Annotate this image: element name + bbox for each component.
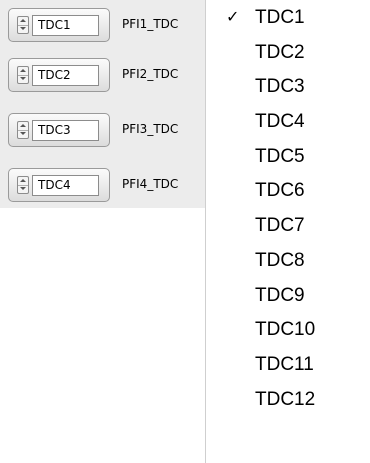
menu-item-tdc9[interactable]: TDC9 <box>206 278 370 313</box>
menu-item-label: TDC11 <box>255 353 314 375</box>
tdc-control-row: TDC2 PFI2_TDC <box>8 58 208 94</box>
menu-item-tdc11[interactable]: TDC11 <box>206 347 370 382</box>
tdc-control-row: TDC1 PFI1_TDC <box>8 8 208 44</box>
menu-item-label: TDC1 <box>255 7 305 28</box>
decrement-arrow-icon[interactable] <box>18 75 28 83</box>
control-label: PFI3_TDC <box>122 122 179 136</box>
menu-item-label: TDC7 <box>255 215 305 237</box>
menu-item-label: TDC8 <box>255 249 305 271</box>
decrement-arrow-icon[interactable] <box>18 185 28 193</box>
ring-control[interactable]: TDC1 <box>8 8 110 42</box>
ring-control[interactable]: TDC4 <box>8 168 110 202</box>
menu-item-label: TDC5 <box>255 145 305 167</box>
menu-item-label: TDC9 <box>255 284 305 306</box>
increment-decrement-stepper[interactable] <box>17 66 29 84</box>
control-label: PFI2_TDC <box>122 67 179 81</box>
increment-decrement-stepper[interactable] <box>17 16 29 34</box>
menu-item-tdc4[interactable]: TDC4 <box>206 104 370 139</box>
menu-item-label: TDC3 <box>255 76 305 98</box>
menu-item-tdc8[interactable]: TDC8 <box>206 243 370 278</box>
menu-item-label: TDC12 <box>255 388 316 410</box>
menu-item-tdc7[interactable]: TDC7 <box>206 208 370 243</box>
menu-item-label: TDC4 <box>255 111 305 133</box>
checkmark-icon: ✓ <box>226 7 240 26</box>
increment-decrement-stepper[interactable] <box>17 176 29 194</box>
control-label: PFI1_TDC <box>122 17 179 31</box>
menu-item-label: TDC6 <box>255 180 305 202</box>
menu-item-tdc3[interactable]: TDC3 <box>206 69 370 104</box>
menu-item-tdc6[interactable]: TDC6 <box>206 173 370 208</box>
tdc-dropdown-menu: ✓ TDC1 TDC2 TDC3 TDC4 TDC5 TDC6 TDC7 TDC… <box>205 0 370 463</box>
ring-control[interactable]: TDC3 <box>8 113 110 147</box>
menu-item-label: TDC10 <box>255 319 316 341</box>
tdc-control-row: TDC3 PFI3_TDC <box>8 113 208 149</box>
menu-item-label: TDC2 <box>255 41 305 63</box>
menu-item-tdc5[interactable]: TDC5 <box>206 139 370 174</box>
decrement-arrow-icon[interactable] <box>18 25 28 33</box>
ring-control[interactable]: TDC2 <box>8 58 110 92</box>
ring-value-field[interactable]: TDC2 <box>32 65 99 86</box>
menu-item-tdc1[interactable]: ✓ TDC1 <box>206 0 370 35</box>
ring-value-field[interactable]: TDC4 <box>32 175 99 196</box>
tdc-control-row: TDC4 PFI4_TDC <box>8 168 208 204</box>
menu-item-tdc12[interactable]: TDC12 <box>206 382 370 417</box>
increment-decrement-stepper[interactable] <box>17 121 29 139</box>
menu-item-tdc10[interactable]: TDC10 <box>206 312 370 347</box>
control-label: PFI4_TDC <box>122 177 179 191</box>
decrement-arrow-icon[interactable] <box>18 130 28 138</box>
ring-value-field[interactable]: TDC3 <box>32 120 99 141</box>
ring-value-field[interactable]: TDC1 <box>32 15 99 36</box>
menu-item-tdc2[interactable]: TDC2 <box>206 35 370 70</box>
control-panel: TDC1 PFI1_TDC TDC2 PFI2_TDC TDC3 PFI3_TD… <box>0 0 205 208</box>
